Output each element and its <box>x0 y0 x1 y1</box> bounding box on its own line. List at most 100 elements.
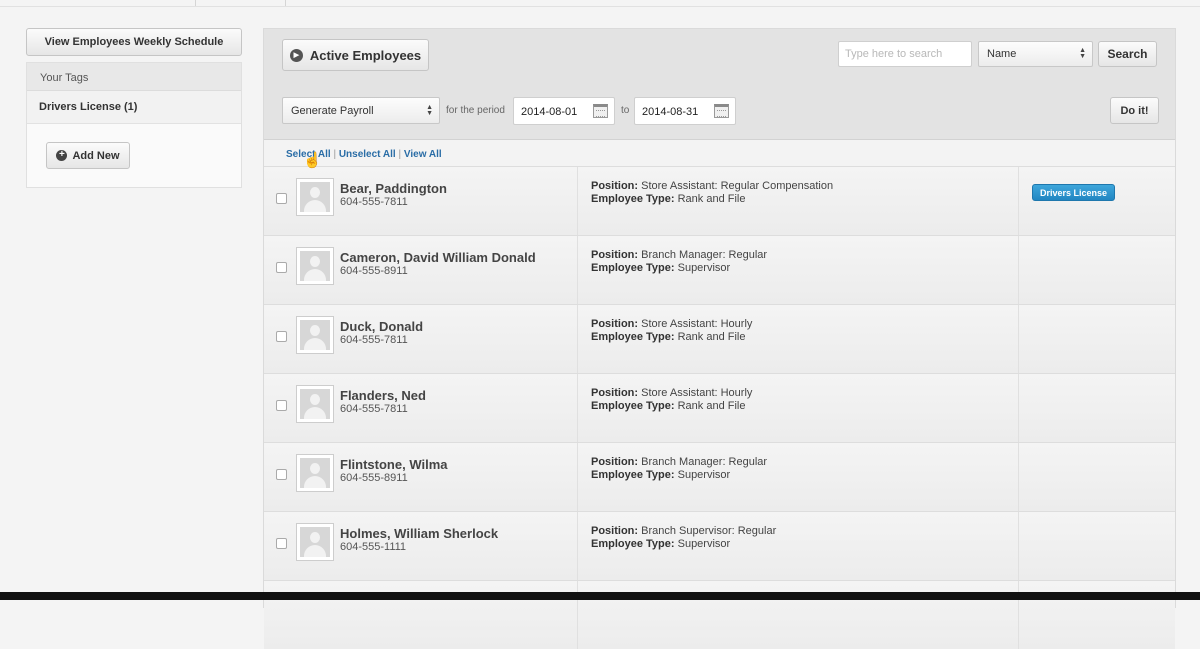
period-start-date-input[interactable]: 2014-08-01 <box>513 97 615 125</box>
employee-type-label: Employee Type: <box>591 400 675 412</box>
link-separator: | <box>398 149 402 160</box>
employee-select-checkbox[interactable] <box>276 262 287 273</box>
add-new-tag-button[interactable]: + Add New <box>46 142 130 169</box>
employee-name[interactable]: Bear, Paddington <box>340 181 447 196</box>
top-bar-divider <box>195 0 196 6</box>
employee-row[interactable]: Flintstone, Wilma 604-555-8911 Position: B… <box>264 442 1175 511</box>
toolbar: ▶ Active Employees Name ▲▼ Search Genera… <box>264 29 1175 140</box>
employee-select-checkbox[interactable] <box>276 400 287 411</box>
bulk-action-select[interactable]: Generate Payroll ▲ ▼ <box>282 97 440 124</box>
do-it-button[interactable]: Do it! <box>1110 97 1159 124</box>
avatar-placeholder-icon <box>300 182 330 212</box>
period-start-date-value: 2014-08-01 <box>521 106 578 118</box>
avatar-placeholder-icon <box>300 389 330 419</box>
unselect-all-link[interactable]: Unselect All <box>339 149 396 160</box>
employee-type-label: Employee Type: <box>591 331 675 343</box>
avatar[interactable] <box>296 247 334 285</box>
employee-select-checkbox[interactable] <box>276 469 287 480</box>
avatar-placeholder-icon <box>300 251 330 281</box>
tag-badge[interactable]: Drivers License <box>1032 184 1115 201</box>
position-value: Store Assistant: Hourly <box>641 318 753 330</box>
employee-position: Position: Store Assistant: Hourly <box>591 387 752 399</box>
position-value: Store Assistant: Hourly <box>641 387 753 399</box>
for-the-period-label: for the period <box>446 105 505 116</box>
employee-list: Bear, Paddington 604-555-7811 Position: St… <box>264 166 1175 649</box>
employee-select-checkbox[interactable] <box>276 193 287 204</box>
position-label: Position: <box>591 387 639 399</box>
position-value: Branch Manager: Regular <box>641 249 768 261</box>
position-label: Position: <box>591 525 639 537</box>
search-button[interactable]: Search <box>1098 41 1157 67</box>
employee-type-value: Rank and File <box>677 400 746 412</box>
active-employees-button[interactable]: ▶ Active Employees <box>282 39 429 71</box>
tag-item-drivers-license[interactable]: Drivers License (1) <box>27 91 241 124</box>
calendar-icon[interactable] <box>714 104 729 118</box>
search-input[interactable] <box>838 41 972 67</box>
employee-phone: 604-555-1111 <box>340 541 407 553</box>
select-arrows-icon: ▲ ▼ <box>426 103 433 117</box>
active-employees-label: Active Employees <box>309 47 422 63</box>
top-bar <box>0 0 1200 7</box>
employee-position: Position: Branch Supervisor: Regular <box>591 525 776 537</box>
play-circle-icon: ▶ <box>289 48 303 62</box>
employee-type-value: Supervisor <box>677 469 731 481</box>
employee-row[interactable]: Cameron, David William Donald 604-555-891… <box>264 235 1175 304</box>
view-all-link[interactable]: View All <box>404 149 442 160</box>
employee-type-value: Supervisor <box>677 262 731 274</box>
employee-type-label: Employee Type: <box>591 193 675 205</box>
employee-phone: 604-555-8911 <box>340 472 408 484</box>
calendar-icon[interactable] <box>593 104 608 118</box>
employee-name[interactable]: Duck, Donald <box>340 319 423 334</box>
employee-type-label: Employee Type: <box>591 538 675 550</box>
plus-circle-icon: + <box>56 150 68 161</box>
employee-row[interactable]: Duck, Donald 604-555-7811 Position: Store … <box>264 304 1175 373</box>
position-label: Position: <box>591 180 639 192</box>
avatar[interactable] <box>296 523 334 561</box>
avatar[interactable] <box>296 385 334 423</box>
employee-name[interactable]: Cameron, David William Donald <box>340 250 536 265</box>
employee-name[interactable]: Flanders, Ned <box>340 388 426 403</box>
period-end-date-input[interactable]: 2014-08-31 <box>634 97 736 125</box>
employee-name[interactable]: Holmes, William Sherlock <box>340 526 498 541</box>
avatar[interactable] <box>296 178 334 216</box>
selection-links: Select All | Unselect All | View All <box>264 140 1175 166</box>
employee-phone: 604-555-8911 <box>340 265 408 277</box>
employee-list-panel: ▶ Active Employees Name ▲▼ Search Genera… <box>263 28 1176 649</box>
employee-phone: 604-555-7811 <box>340 196 408 208</box>
employee-name[interactable]: Flintstone, Wilma <box>340 457 448 472</box>
employee-row[interactable] <box>264 580 1175 649</box>
employee-type-value: Rank and File <box>677 193 746 205</box>
link-separator: | <box>333 149 337 160</box>
employee-select-checkbox[interactable] <box>276 331 287 342</box>
employee-type: Employee Type: Rank and File <box>591 193 745 205</box>
position-value: Branch Supervisor: Regular <box>641 525 777 537</box>
employee-row[interactable]: Flanders, Ned 604-555-7811 Position: Store… <box>264 373 1175 442</box>
select-arrows-icon: ▲ ▼ <box>1079 47 1086 60</box>
bulk-action-value: Generate Payroll <box>291 104 374 117</box>
add-new-label: Add New <box>72 149 120 162</box>
position-label: Position: <box>591 249 639 261</box>
employee-position: Position: Store Assistant: Regular Compe… <box>591 180 833 192</box>
employee-position: Position: Branch Manager: Regular <box>591 249 767 261</box>
employee-type: Employee Type: Supervisor <box>591 538 730 550</box>
avatar[interactable] <box>296 316 334 354</box>
view-weekly-schedule-button[interactable]: View Employees Weekly Schedule <box>26 28 242 56</box>
employee-position: Position: Store Assistant: Hourly <box>591 318 752 330</box>
search-field-select[interactable]: Name ▲ ▼ <box>978 41 1093 67</box>
employee-type: Employee Type: Rank and File <box>591 400 745 412</box>
position-value: Branch Manager: Regular <box>641 456 768 468</box>
employee-row[interactable]: Bear, Paddington 604-555-7811 Position: St… <box>264 166 1175 235</box>
search-field-value: Name <box>987 48 1017 60</box>
tags-panel: Your Tags Drivers License (1) + Add New <box>26 62 242 188</box>
position-label: Position: <box>591 318 639 330</box>
employee-type-value: Rank and File <box>677 331 746 343</box>
avatar-placeholder-icon <box>300 527 330 557</box>
employee-row[interactable]: Holmes, William Sherlock 604-555-1111 Posi… <box>264 511 1175 580</box>
employee-type-value: Supervisor <box>677 538 731 550</box>
avatar-placeholder-icon <box>300 458 330 488</box>
avatar[interactable] <box>296 454 334 492</box>
employee-type-label: Employee Type: <box>591 469 675 481</box>
employee-select-checkbox[interactable] <box>276 538 287 549</box>
employee-type: Employee Type: Supervisor <box>591 469 730 481</box>
position-label: Position: <box>591 456 639 468</box>
